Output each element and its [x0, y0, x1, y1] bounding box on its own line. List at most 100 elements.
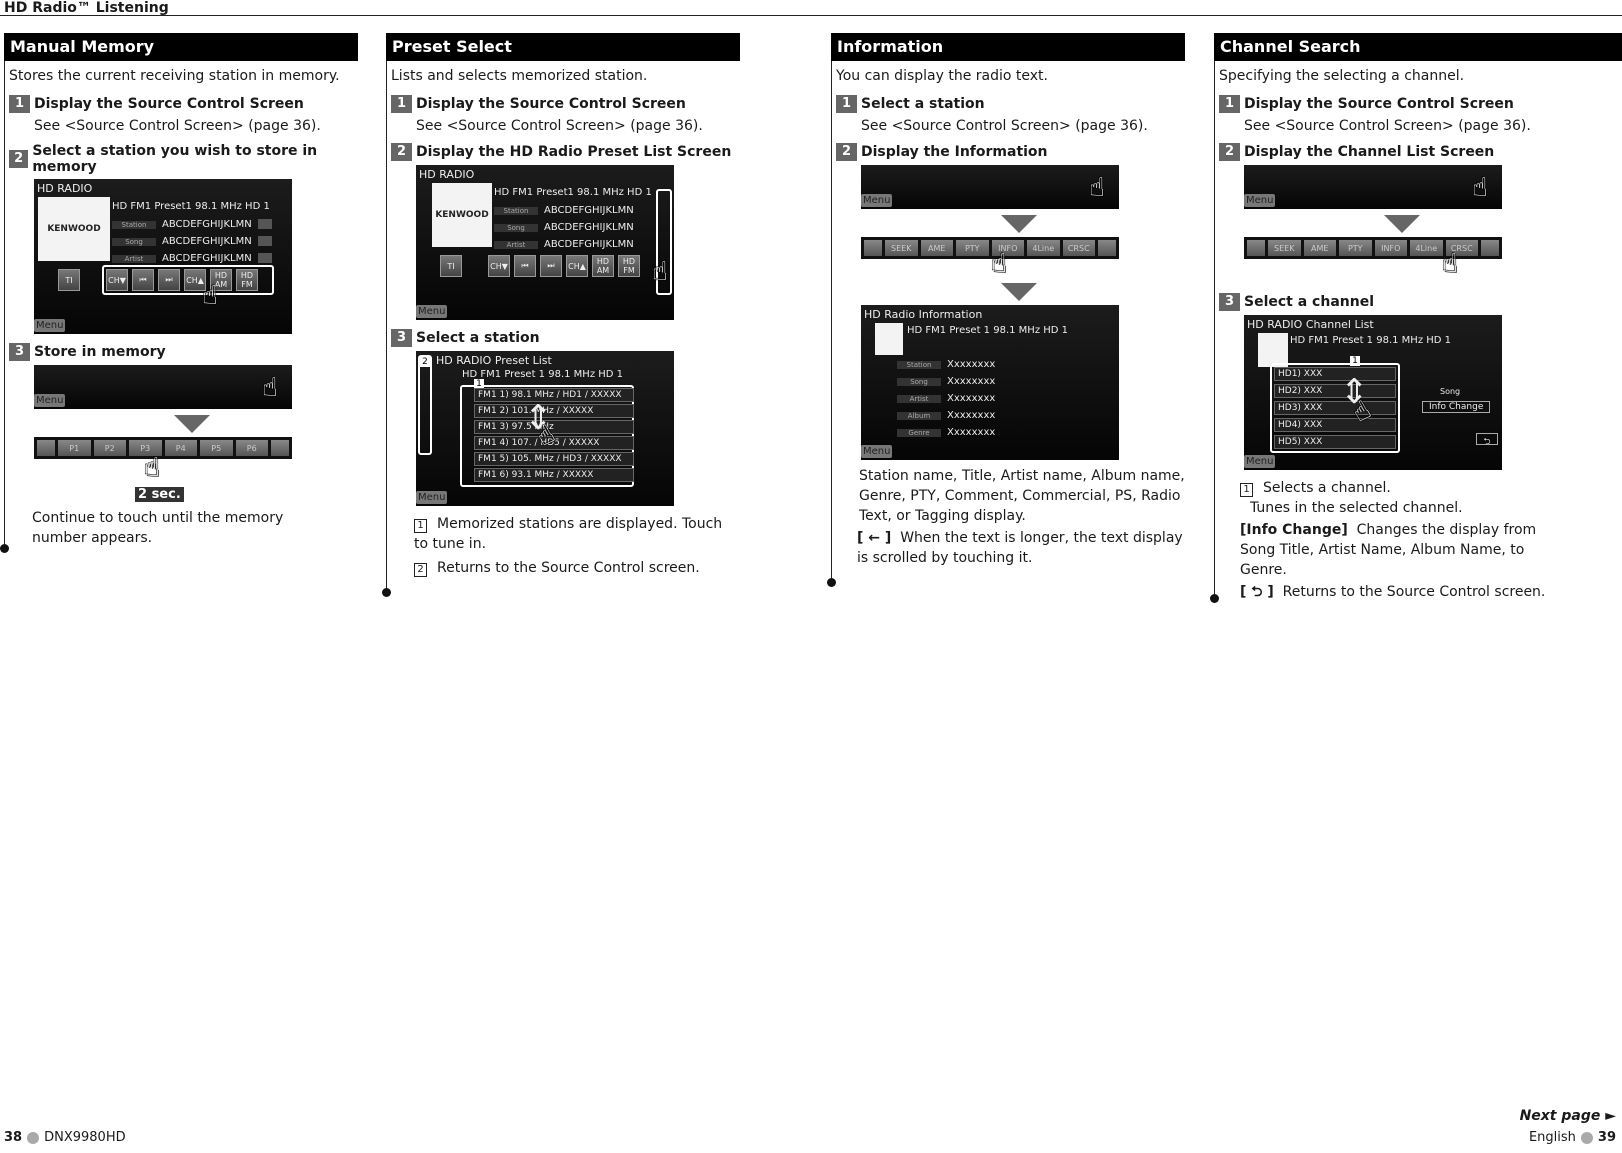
callout-note-1-detail: Tunes in the selected channel.	[1250, 500, 1463, 516]
step-2: 2 Display the Channel List Screen	[1214, 143, 1622, 161]
preset-bar-left-button[interactable]	[37, 440, 55, 456]
menu-button[interactable]: Menu	[861, 194, 893, 207]
channel-up-button[interactable]: CH▲	[566, 255, 588, 277]
preset-p5-button[interactable]: P5	[200, 440, 233, 456]
pty-button[interactable]: PTY	[956, 240, 989, 256]
preset-p2-button[interactable]: P2	[93, 440, 126, 456]
menu-button[interactable]: Menu	[861, 445, 893, 458]
preset-list-item[interactable]: FM1 2) 101. MHz / XXXXX	[474, 404, 634, 418]
info-change-button[interactable]: Info Change	[1422, 401, 1491, 413]
step-number: 1	[391, 95, 412, 113]
menu-button[interactable]: Menu	[1244, 455, 1276, 468]
scroll-text-button[interactable]	[257, 253, 272, 263]
ti-button[interactable]: TI	[58, 269, 80, 291]
ame-button[interactable]: AME	[1303, 240, 1336, 256]
info-row-station: Station ABCDEFGHIJKLMN	[494, 205, 634, 216]
seek-button[interactable]: SEEK	[1268, 240, 1301, 256]
status-line: HD FM1 Preset1 98.1 MHz HD 1	[112, 201, 270, 212]
step-label: Display the Source Control Screen	[34, 96, 304, 112]
hd-am-button[interactable]: HD AM	[592, 255, 614, 277]
preset-list-screenshot: HD RADIO Preset List HD FM1 Preset 1 98.…	[416, 351, 674, 506]
arrow-down-icon	[174, 415, 210, 433]
page-dot-icon	[1580, 1131, 1593, 1144]
pointing-hand-icon: ☝	[144, 453, 160, 483]
channel-down-button[interactable]: CH▼	[488, 255, 510, 277]
screen-title: HD RADIO	[37, 182, 93, 195]
callout-note-1: 1 Memorized stations are displayed. Touch…	[414, 516, 723, 552]
next-page-link[interactable]: Next page ►	[1520, 1108, 1616, 1124]
seek-button[interactable]: SEEK	[885, 240, 918, 256]
step-label: Select a station you wish to store in me…	[32, 143, 318, 175]
pty-button[interactable]: PTY	[1339, 240, 1372, 256]
step-number: 3	[391, 329, 412, 347]
function-bar-left-button[interactable]	[1247, 240, 1265, 256]
preset-bar-right-button[interactable]	[271, 440, 289, 456]
menu-button[interactable]: Menu	[1244, 194, 1276, 207]
pointing-hand-icon: ☝	[1472, 173, 1488, 203]
kenwood-logo	[1258, 333, 1288, 367]
seek-back-button[interactable]: ⏮	[514, 255, 536, 277]
menu-strip-screenshot: Menu ☝	[861, 165, 1119, 209]
scroll-key: [ ← ]	[857, 530, 892, 546]
info-row-song: Song Xxxxxxxx	[897, 376, 995, 387]
section-title: Information	[831, 33, 1185, 61]
4line-button[interactable]: 4Line	[1410, 240, 1443, 256]
info-button[interactable]: INFO	[1374, 240, 1407, 256]
pointing-hand-icon: ☝	[652, 257, 668, 287]
preset-p4-button[interactable]: P4	[164, 440, 197, 456]
menu-button[interactable]: Menu	[416, 305, 448, 318]
scroll-text-button[interactable]	[257, 236, 272, 246]
step-number: 1	[9, 95, 30, 113]
info-change-key: [Info Change]	[1240, 522, 1348, 538]
header-rule	[0, 15, 1622, 16]
step-label: Display the Channel List Screen	[1244, 144, 1495, 160]
info-row-song: Song ABCDEFGHIJKLMN	[494, 222, 634, 233]
menu-button[interactable]: Menu	[34, 319, 66, 332]
ame-button[interactable]: AME	[920, 240, 953, 256]
preset-p6-button[interactable]: P6	[235, 440, 268, 456]
channel-list-screenshot: HD RADIO Channel List HD FM1 Preset 1 98…	[1244, 315, 1502, 470]
function-bar-right-button[interactable]	[1481, 240, 1499, 256]
column-end-dot	[827, 578, 836, 587]
preset-list-item[interactable]: FM1 1) 98.1 MHz / HD1 / XXXXX	[474, 388, 634, 402]
crsc-button[interactable]: CRSC	[1062, 240, 1095, 256]
return-button[interactable]: ⮌	[1476, 433, 1498, 447]
status-line: HD FM1 Preset 1 98.1 MHz HD 1	[1290, 335, 1452, 346]
step-label: Select a station	[861, 96, 985, 112]
channel-list-item[interactable]: HD3) XXX	[1274, 401, 1396, 415]
scroll-text-button[interactable]	[257, 219, 272, 229]
info-row-artist: Artist Xxxxxxxx	[897, 393, 995, 404]
channel-list-item[interactable]: HD5) XXX	[1274, 435, 1396, 449]
preset-list-item[interactable]: FM1 6) 93.1 MHz / XXXXX	[474, 468, 634, 482]
return-tab-highlight[interactable]	[418, 355, 432, 455]
ti-button[interactable]: TI	[440, 255, 462, 277]
section-preset-select: Preset Select Lists and selects memorize…	[386, 33, 740, 578]
callout-note-2: 2 Returns to the Source Control screen.	[414, 558, 740, 578]
preset-p1-button[interactable]: P1	[58, 440, 91, 456]
preset-list-item[interactable]: FM1 5) 105. MHz / HD3 / XXXXX	[474, 452, 634, 466]
channel-list-item[interactable]: HD4) XXX	[1274, 418, 1396, 432]
kenwood-logo: KENWOOD	[38, 197, 110, 261]
channel-list-item[interactable]: HD2) XXX	[1274, 384, 1396, 398]
pointing-hand-icon: ☝	[1442, 249, 1458, 279]
hd-fm-button[interactable]: HD FM	[618, 255, 640, 277]
channel-list-item[interactable]: HD1) XXX	[1274, 367, 1396, 381]
return-note: [ ⮌ ] Returns to the Source Control scre…	[1240, 584, 1546, 600]
hd-radio-information-screenshot: HD Radio Information HD FM1 Preset 1 98.…	[861, 305, 1119, 460]
language-label: English	[1528, 1130, 1576, 1145]
step-3: 3 Select a station	[386, 329, 740, 347]
function-bar-left-button[interactable]	[864, 240, 882, 256]
step-1: 1 Display the Source Control Screen	[1214, 95, 1622, 113]
menu-button[interactable]: Menu	[416, 491, 448, 504]
callout-note-1: 1 Selects a channel.	[1240, 478, 1622, 498]
song-label: Song	[1440, 387, 1461, 396]
step-note: Continue to touch until the memory numbe…	[32, 510, 284, 546]
information-description: Station name, Title, Artist name, Album …	[859, 468, 1185, 524]
4line-button[interactable]: 4Line	[1027, 240, 1060, 256]
step-label: Display the Source Control Screen	[416, 96, 686, 112]
seek-forward-button[interactable]: ⏭	[540, 255, 562, 277]
preset-list-item[interactable]: FM1 3) 97.5 MHz	[474, 420, 634, 434]
menu-button[interactable]: Menu	[34, 394, 66, 407]
footer-right: English 39	[1529, 1130, 1616, 1145]
function-bar-right-button[interactable]	[1098, 240, 1116, 256]
